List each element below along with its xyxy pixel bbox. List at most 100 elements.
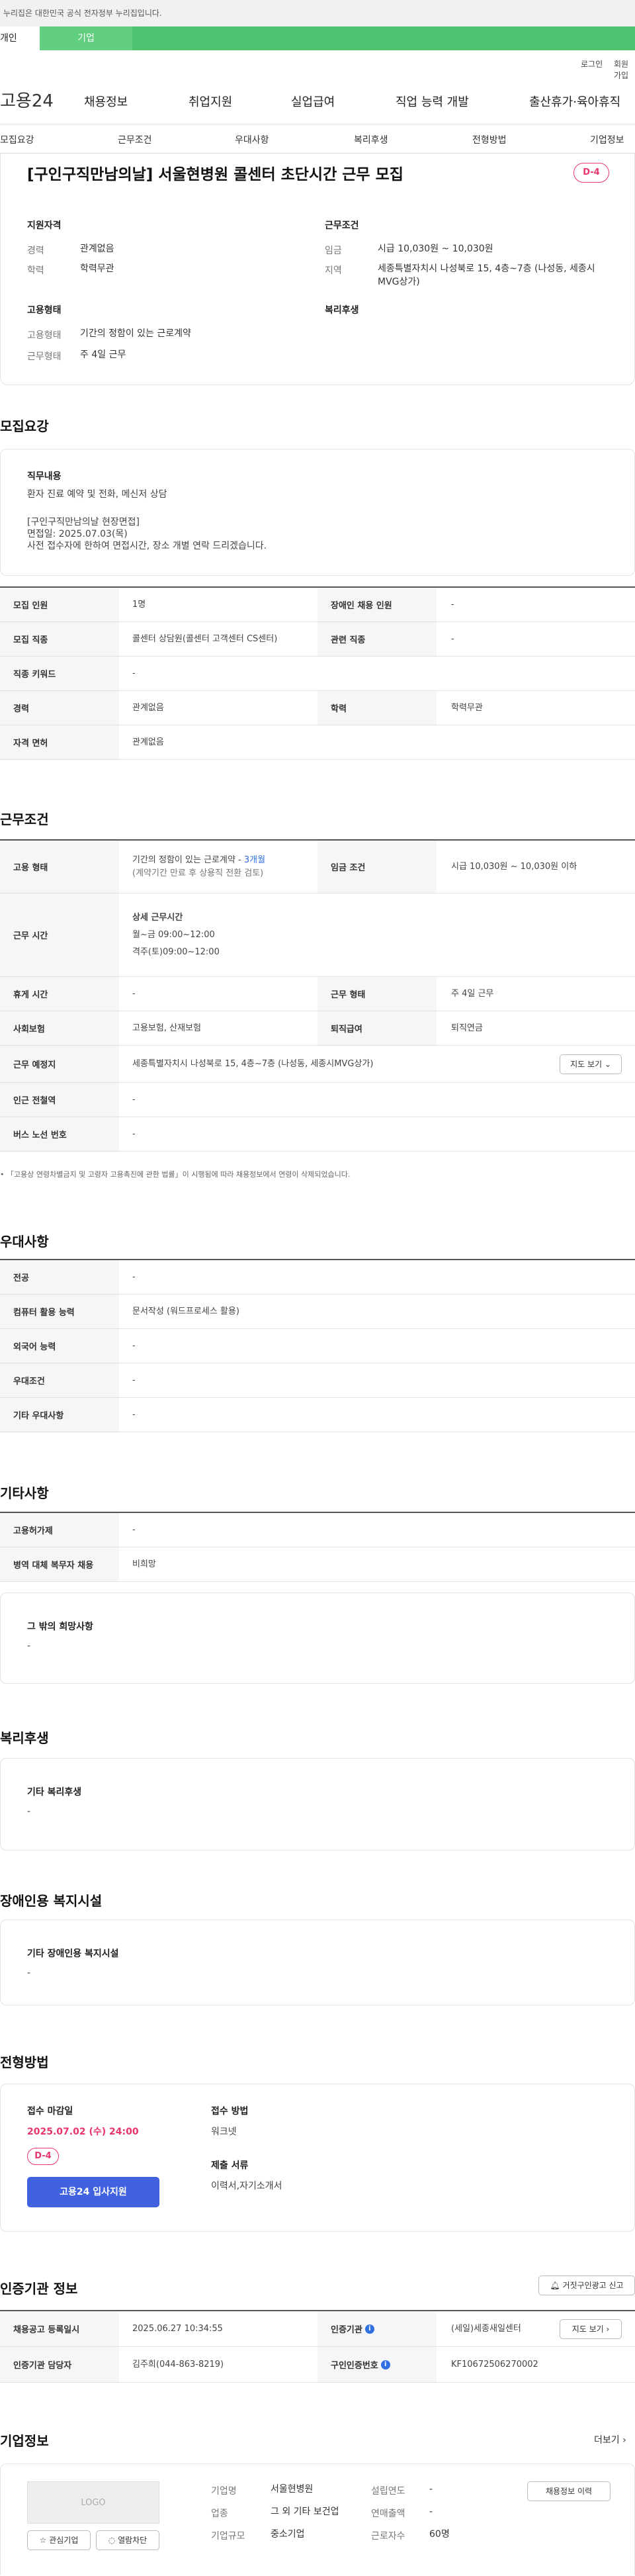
table-cell: -	[132, 988, 136, 999]
tab-company[interactable]: 기업정보	[590, 133, 624, 146]
table-cell: 김주희(044-863-8219)	[132, 2359, 224, 2369]
area-label: 지역	[325, 265, 342, 276]
nav-jobs[interactable]: 채용정보	[84, 93, 128, 110]
table-cell: 세종특별자치시 나성북로 15, 4층~7층 (나성동, 세종시MVG상가)	[132, 1058, 374, 1069]
table-header: 근무 형태	[318, 977, 437, 1011]
emp-value: 기간의 정함이 있는 근로계약	[80, 328, 191, 339]
info-icon[interactable]: i	[380, 2360, 390, 2369]
deadline-value: 2025.07.02 (수) 24:00	[27, 2127, 139, 2137]
site-logo[interactable]: 고용24	[0, 87, 54, 112]
table-cell: 관계없음	[132, 702, 164, 713]
duty-heading: 직무내용	[27, 471, 62, 482]
qual-heading: 지원자격	[27, 220, 62, 231]
fav-label: 관심기업	[49, 2536, 79, 2545]
chevron-right-icon: ›	[606, 2324, 610, 2334]
main-nav: 고용24 채용정보 취업지원 실업급여 직업 능력 개발 출산휴가·육아휴직	[0, 75, 635, 124]
table-cell: -	[132, 1340, 136, 1351]
edu-label: 학력	[27, 265, 44, 276]
table-row: 컴퓨터 활용 능력 문서작성 (워드프로세스 활용)	[0, 1295, 635, 1329]
fav-company-button[interactable]: ☆ 관심기업	[27, 2530, 91, 2550]
table-header: 경력	[0, 691, 119, 725]
tab-conditions[interactable]: 근무조건	[118, 133, 152, 146]
table-row: 병역 대체 복무자 채용 비희망	[0, 1547, 635, 1582]
table-header: 임금 조건	[318, 841, 437, 893]
chevron-right-icon: ›	[622, 2435, 626, 2446]
disabled-box-value: -	[27, 1968, 31, 1978]
org-map-button[interactable]: 지도 보기 ›	[560, 2319, 622, 2339]
nav-training[interactable]: 직업 능력 개발	[396, 93, 469, 110]
table-cell: 문서작성 (워드프로세스 활용)	[132, 1306, 239, 1316]
pref-table: 전공 - 컴퓨터 활용 능력 문서작성 (워드프로세스 활용) 외국어 능력 - 우대…	[0, 1259, 635, 1432]
info-icon[interactable]: i	[364, 2324, 374, 2334]
work-label: 근무형태	[27, 351, 62, 362]
history-button[interactable]: 채용정보 이력	[527, 2481, 611, 2501]
emp-note: (계약기간 만료 후 상용직 전환 검토)	[132, 868, 264, 878]
tab-recruit[interactable]: 모집요강	[0, 133, 34, 146]
map-button[interactable]: 지도 보기 ⌄	[560, 1054, 622, 1074]
company-logo: LOGO	[27, 2481, 159, 2524]
table-header: 컴퓨터 활용 능력	[0, 1295, 119, 1328]
etc-title: 기타사항	[0, 1485, 49, 1501]
table-header: 장애인 채용 인원	[318, 588, 437, 621]
emp-months: 3개월	[243, 854, 266, 865]
type-heading: 고용형태	[27, 305, 62, 316]
company-name-label: 기업명	[211, 2486, 237, 2497]
table-row: 휴게 시간 - 근무 형태 주 4일 근무	[0, 977, 635, 1011]
cond-title: 근무조건	[0, 811, 49, 827]
etc-box: 그 밖의 희망사항 -	[0, 1592, 635, 1684]
table-cell: 퇴직연금	[451, 1023, 483, 1033]
company-title: 기업정보	[0, 2433, 49, 2449]
sales-label: 연매출액	[371, 2508, 405, 2519]
nav-employment-support[interactable]: 취업지원	[189, 93, 232, 110]
deadline-heading: 접수 마감일	[27, 2106, 73, 2117]
table-row: 모집 인원 1명 장애인 채용 인원 -	[0, 588, 635, 622]
apply-button[interactable]: 고용24 입사지원	[27, 2177, 159, 2207]
table-cell: -	[132, 668, 136, 678]
report-button[interactable]: 🔔︎ 거짓구인광고 신고	[538, 2276, 635, 2295]
career-value: 관계없음	[80, 244, 114, 254]
company-more-link[interactable]: 더보기 ›	[594, 2433, 626, 2446]
table-cell: -	[132, 1524, 136, 1535]
table-header: 우대조건	[0, 1363, 119, 1397]
table-cell: 관계없음	[132, 737, 164, 747]
nav-unemployment[interactable]: 실업급여	[291, 93, 335, 110]
method-value: 워크넷	[211, 2127, 237, 2137]
age-notice-text: 「고용상 연령차별금지 및 고령자 고용촉진에 관한 법률」이 시행됨에 따라 …	[7, 1170, 351, 1179]
tab-welfare[interactable]: 복리후생	[354, 133, 388, 146]
table-row: 인증기관 담당자 김주희(044-863-8219) 구인인증번호 i KF106…	[0, 2347, 635, 2383]
tab-preferences[interactable]: 우대사항	[235, 133, 269, 146]
table-cell: (세일)세종새일센터	[451, 2323, 521, 2334]
table-header: 전공	[0, 1260, 119, 1294]
login-link[interactable]: 로그인	[581, 58, 603, 69]
career-label: 경력	[27, 246, 44, 256]
duty-line: 환자 진료 예약 및 전화, 메신저 상담	[27, 489, 167, 500]
est-label: 설립연도	[371, 2486, 405, 2497]
process-box: 접수 마감일 2025.07.02 (수) 24:00 D-4 고용24 입사지…	[0, 2084, 635, 2232]
tab-personal[interactable]: 개인	[0, 26, 40, 50]
table-row: 기타 우대사항 -	[0, 1398, 635, 1432]
cond-heading: 근무조건	[325, 220, 359, 231]
hours-heading: 상세 근무시간	[132, 912, 183, 923]
table-row: 고용허가제 -	[0, 1513, 635, 1547]
bell-icon: 🔔︎	[550, 2281, 560, 2290]
table-header: 외국어 능력	[0, 1329, 119, 1363]
table-row: 우대조건 -	[0, 1363, 635, 1398]
table-header: 모집 인원	[0, 588, 119, 621]
table-row: 근무 예정지 세종특별자치시 나성북로 15, 4층~7층 (나성동, 세종시M…	[0, 1046, 635, 1083]
recruit-table: 모집 인원 1명 장애인 채용 인원 - 모집 직종 콜센터 상담원(콜센터 고…	[0, 586, 635, 760]
tab-process[interactable]: 전형방법	[472, 133, 507, 146]
emp-type-line: 기간의 정함이 있는 근로계약 - 3개월	[132, 854, 265, 867]
table-row: 경력 관계없음 학력 학력무관	[0, 691, 635, 725]
num-label: 구인인증번호	[331, 2361, 378, 2371]
hours-line: 격주(토)09:00~12:00	[132, 946, 220, 957]
duty-box: 직무내용 환자 진료 예약 및 전화, 메신저 상담 [구인구직만남의날 현장면…	[0, 449, 635, 576]
nav-leave[interactable]: 출산휴가·육아휴직	[529, 93, 620, 110]
table-row: 외국어 능력 -	[0, 1329, 635, 1363]
table-header: 고용 형태	[0, 841, 119, 893]
table-header: 사회보험	[0, 1011, 119, 1045]
table-cell: -	[451, 633, 454, 644]
tab-company[interactable]: 기업	[40, 26, 132, 50]
table-header: 직종 키워드	[0, 657, 119, 690]
table-header: 자격 면허	[0, 725, 119, 759]
block-button[interactable]: ◌ 열람차단	[96, 2530, 159, 2550]
